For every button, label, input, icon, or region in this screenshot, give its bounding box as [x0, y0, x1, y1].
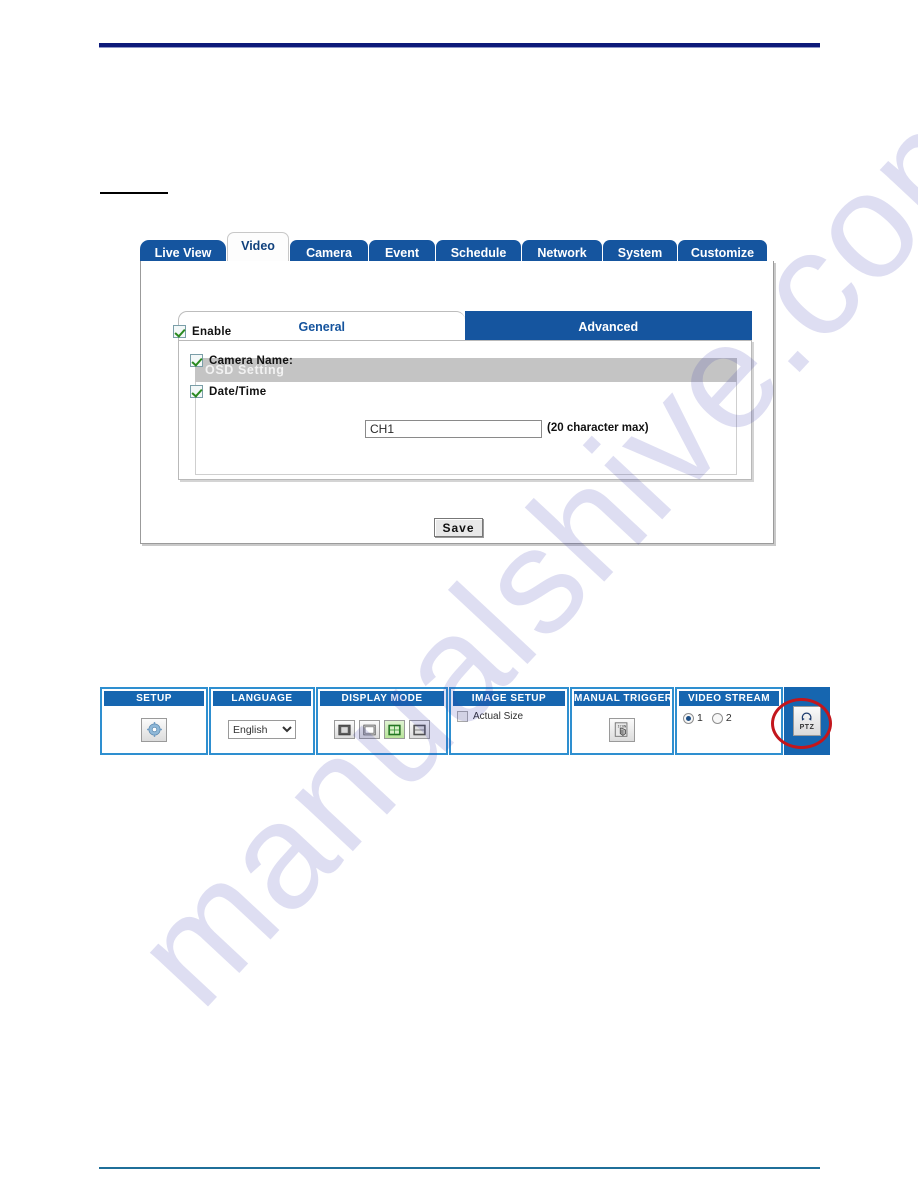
tab-system-label: System	[617, 246, 663, 260]
camera-name-input[interactable]	[365, 420, 542, 438]
tab-customize-label: Customize	[690, 246, 755, 260]
ptz-button[interactable]: PTZ	[793, 706, 821, 736]
footer-rule	[99, 1167, 820, 1169]
display-mode-fullscreen-button[interactable]	[359, 720, 380, 739]
split-view-icon	[413, 724, 426, 735]
panel-display-mode-body	[318, 706, 446, 753]
display-mode-quad-button[interactable]	[384, 720, 405, 739]
setup-button[interactable]	[141, 717, 167, 742]
hand-trigger-icon: ICON	[614, 721, 628, 737]
ptz-rotate-icon	[801, 712, 812, 721]
quad-view-icon	[388, 724, 401, 735]
panel-language-body: English	[211, 706, 313, 753]
osd-enable-checkbox[interactable]	[173, 325, 186, 338]
display-mode-split-button[interactable]	[409, 720, 430, 739]
date-time-label: Date/Time	[209, 385, 267, 398]
header-rule-shadow	[99, 47, 820, 48]
panel-language-title: LANGUAGE	[213, 691, 311, 706]
tab-general-label: General	[298, 320, 346, 334]
main-tab-strip: Live View Video Camera Event Schedule Ne…	[140, 232, 776, 266]
panel-manual-trigger-body: ICON	[572, 706, 672, 753]
tab-video-label: Video	[241, 239, 275, 253]
actual-size-row[interactable]: Actual Size	[451, 711, 567, 722]
panel-image-setup-title: IMAGE SETUP	[453, 691, 565, 706]
tab-network-label: Network	[537, 246, 587, 260]
tab-schedule-label: Schedule	[450, 246, 507, 260]
video-stream-radio-2[interactable]	[711, 712, 723, 724]
date-time-checkbox[interactable]	[190, 385, 203, 398]
single-view-icon	[338, 724, 351, 735]
live-view-toolbar: SETUP LANGUAGE English DISPLAY MODE IMAG…	[100, 687, 830, 755]
camera-name-row[interactable]: Camera Name:	[190, 354, 293, 367]
actual-size-label: Actual Size	[473, 711, 524, 722]
camera-web-ui: Live View Video Camera Event Schedule Ne…	[140, 232, 776, 545]
section-heading-underline	[100, 192, 168, 194]
ptz-button-label: PTZ	[799, 723, 815, 731]
display-mode-single-button[interactable]	[334, 720, 355, 739]
video-stream-radio-1[interactable]	[683, 712, 694, 724]
sub-tab-strip: General Advanced	[178, 311, 752, 341]
tab-event-label: Event	[384, 246, 420, 260]
panel-video-stream-body: 1 2	[677, 706, 781, 753]
gear-icon	[146, 722, 162, 737]
page-watermark: manualshive.com	[0, 0, 918, 1188]
panel-image-setup: IMAGE SETUP Actual Size	[449, 687, 569, 755]
osd-enable-row[interactable]: Enable	[173, 325, 232, 338]
panel-setup-body	[102, 706, 206, 753]
tab-live-view-label: Live View	[154, 246, 212, 260]
tab-video[interactable]: Video	[227, 232, 289, 262]
panel-setup-title: SETUP	[104, 691, 204, 706]
camera-name-checkbox[interactable]	[190, 354, 203, 367]
save-button[interactable]: Save	[434, 518, 483, 537]
camera-name-hint: (20 character max)	[547, 422, 649, 434]
video-stream-label-1: 1	[697, 712, 703, 724]
camera-name-label: Camera Name:	[209, 354, 294, 367]
actual-size-checkbox[interactable]	[457, 711, 468, 722]
panel-language: LANGUAGE English	[209, 687, 315, 755]
full-screen-icon	[363, 724, 376, 735]
tab-advanced-label: Advanced	[578, 320, 639, 334]
panel-ptz: PTZ	[784, 687, 830, 755]
osd-enable-label: Enable	[192, 325, 232, 338]
date-time-row[interactable]: Date/Time	[190, 385, 266, 398]
tab-content-panel: General Advanced OSD Setting Enable Came…	[140, 261, 774, 544]
tab-camera-label: Camera	[306, 246, 352, 260]
svg-text:ICON: ICON	[618, 724, 627, 728]
panel-display-mode-title: DISPLAY MODE	[320, 691, 444, 706]
video-stream-label-2: 2	[725, 712, 732, 724]
manual-trigger-button[interactable]: ICON	[609, 717, 635, 742]
video-stream-radio-group: 1 2	[677, 712, 781, 724]
panel-manual-trigger: MANUAL TRIGGER ICON	[570, 687, 674, 755]
panel-display-mode: DISPLAY MODE	[316, 687, 448, 755]
tab-advanced[interactable]: Advanced	[464, 311, 752, 341]
panel-video-stream: VIDEO STREAM 1 2	[675, 687, 783, 755]
panel-video-stream-title: VIDEO STREAM	[679, 691, 779, 706]
language-select[interactable]: English	[228, 720, 296, 739]
panel-image-setup-body: Actual Size	[451, 706, 567, 753]
panel-manual-trigger-title: MANUAL TRIGGER	[574, 691, 670, 706]
panel-setup: SETUP	[100, 687, 208, 755]
